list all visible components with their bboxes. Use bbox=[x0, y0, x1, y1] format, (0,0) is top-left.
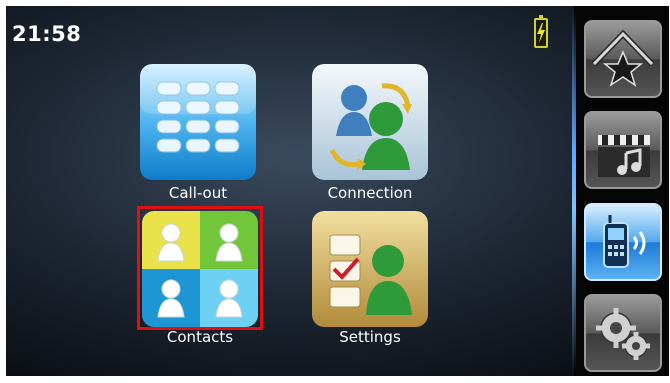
device-frame: 21:58 Call-out Connection Contacts Setti… bbox=[0, 0, 670, 383]
settings-label: Settings bbox=[339, 328, 401, 346]
phone-bluetooth-icon bbox=[603, 215, 646, 268]
sidebar-item-phone[interactable] bbox=[584, 203, 662, 281]
sidebar bbox=[576, 6, 669, 376]
dialpad-icon bbox=[140, 64, 256, 180]
battery-icon bbox=[534, 15, 548, 48]
sidebar-item-media[interactable] bbox=[584, 111, 662, 189]
contacts-label: Contacts bbox=[166, 328, 234, 346]
settings-app-button[interactable] bbox=[312, 211, 428, 327]
call-out-label: Call-out bbox=[168, 184, 228, 202]
main-area: 21:58 Call-out Connection Contacts Setti… bbox=[6, 6, 574, 376]
settings-checklist-icon bbox=[312, 211, 428, 327]
sidebar-item-home[interactable] bbox=[584, 20, 662, 98]
screen: 21:58 Call-out Connection Contacts Setti… bbox=[6, 6, 669, 376]
gears-icon bbox=[596, 308, 650, 360]
sidebar-item-settings[interactable] bbox=[584, 294, 662, 372]
media-clapper-icon bbox=[598, 135, 650, 177]
connection-app-button[interactable] bbox=[312, 64, 428, 180]
connection-icon bbox=[312, 64, 428, 180]
connection-label: Connection bbox=[327, 184, 413, 202]
selection-highlight bbox=[137, 206, 263, 330]
home-star-icon bbox=[591, 29, 655, 87]
call-out-app-button[interactable] bbox=[140, 64, 256, 180]
clock: 21:58 bbox=[12, 22, 82, 46]
